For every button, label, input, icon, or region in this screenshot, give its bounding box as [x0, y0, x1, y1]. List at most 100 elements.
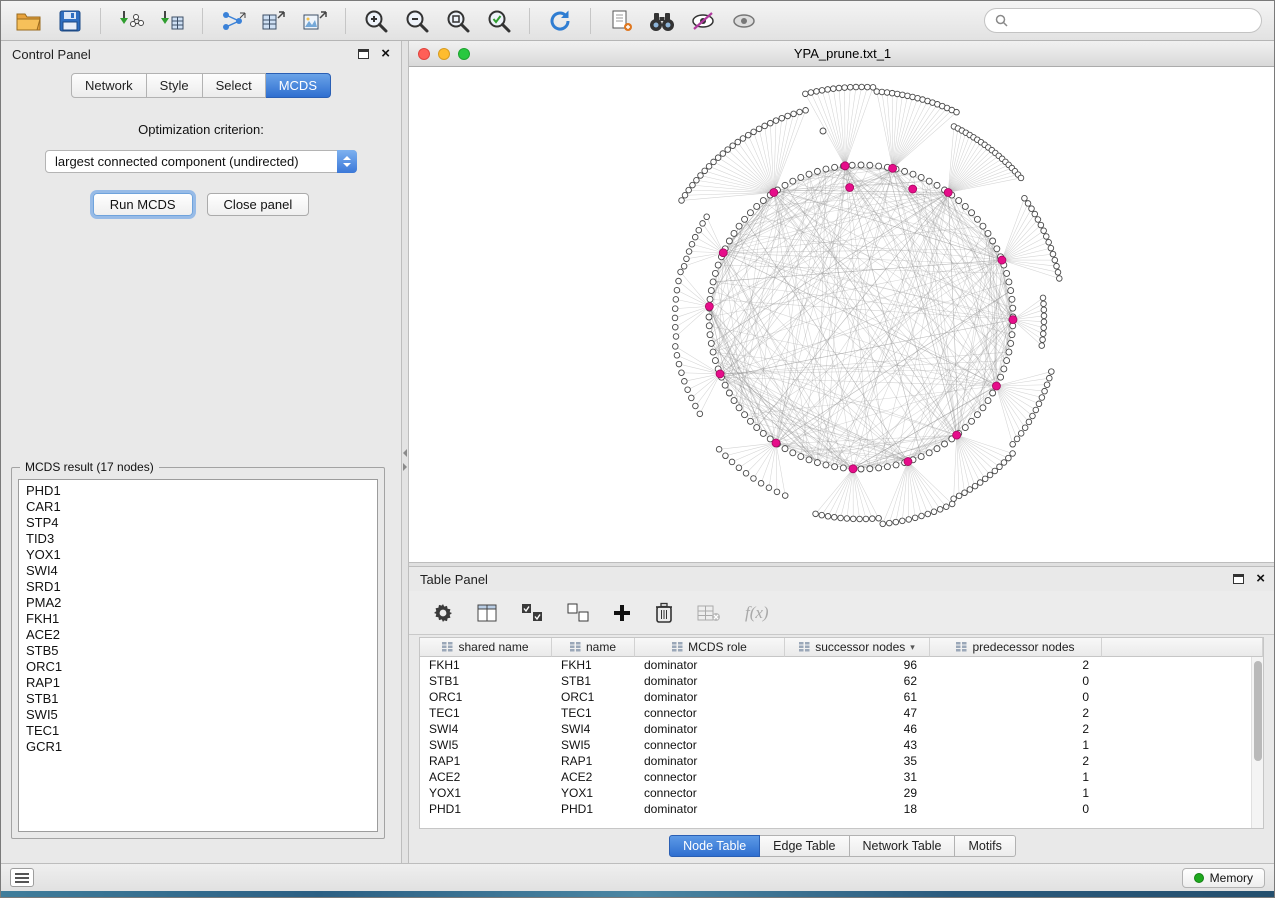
- refresh-view-button[interactable]: [544, 5, 576, 37]
- splitter-collapse-icons[interactable]: [403, 449, 407, 471]
- table-settings-button[interactable]: [433, 603, 453, 623]
- column-header-shared-name[interactable]: shared name: [420, 638, 552, 657]
- desktop-wallpaper: [1, 891, 1274, 898]
- mcds-result-item[interactable]: TID3: [19, 531, 377, 547]
- scrollbar-thumb[interactable]: [1254, 661, 1262, 761]
- zoom-out-button[interactable]: [401, 5, 433, 37]
- function-builder-button[interactable]: f(x): [745, 603, 769, 623]
- mcds-result-item[interactable]: ORC1: [19, 659, 377, 675]
- column-header-name[interactable]: name: [552, 638, 635, 657]
- mcds-result-item[interactable]: SWI5: [19, 707, 377, 723]
- import-network-button[interactable]: [115, 5, 147, 37]
- node-table-row[interactable]: SWI4SWI4dominator462: [420, 721, 1251, 737]
- tab-network-table[interactable]: Network Table: [850, 835, 956, 857]
- close-panel-button[interactable]: Close panel: [207, 193, 310, 216]
- deselect-all-rows-button[interactable]: [567, 603, 589, 623]
- close-panel-icon[interactable]: ×: [1256, 573, 1265, 585]
- mcds-result-item[interactable]: FKH1: [19, 611, 377, 627]
- mcds-result-item[interactable]: STB5: [19, 643, 377, 659]
- node-table-row[interactable]: YOX1YOX1connector291: [420, 785, 1251, 801]
- minimize-window-icon[interactable]: [438, 48, 450, 60]
- delete-column-button[interactable]: [655, 602, 673, 623]
- mcds-result-item[interactable]: SRD1: [19, 579, 377, 595]
- node-table-row[interactable]: FKH1FKH1dominator962: [420, 657, 1251, 673]
- export-image-button[interactable]: [299, 5, 331, 37]
- delete-table-button[interactable]: [697, 604, 721, 622]
- node-table-row[interactable]: ORC1ORC1dominator610: [420, 689, 1251, 705]
- cell-shared-name: TEC1: [420, 705, 552, 721]
- maximize-window-icon[interactable]: [458, 48, 470, 60]
- tab-select[interactable]: Select: [203, 73, 266, 98]
- network-graph[interactable]: [409, 67, 1275, 562]
- tab-motifs[interactable]: Motifs: [955, 835, 1015, 857]
- cell-shared-name: RAP1: [420, 753, 552, 769]
- column-header-predecessor-nodes[interactable]: predecessor nodes: [930, 638, 1102, 657]
- add-column-button[interactable]: [613, 604, 631, 622]
- column-grid-icon: [442, 642, 453, 652]
- node-table-row[interactable]: SWI5SWI5connector431: [420, 737, 1251, 753]
- export-table-button[interactable]: [258, 5, 290, 37]
- mcds-result-item[interactable]: CAR1: [19, 499, 377, 515]
- zoom-fit-icon: [445, 8, 471, 34]
- select-all-rows-button[interactable]: [521, 603, 543, 623]
- mcds-result-item[interactable]: RAP1: [19, 675, 377, 691]
- control-panel-tabs: Network Style Select MCDS: [1, 73, 401, 98]
- search-network-button[interactable]: [646, 5, 678, 37]
- mcds-result-item[interactable]: TEC1: [19, 723, 377, 739]
- zoom-fit-button[interactable]: [442, 5, 474, 37]
- import-table-button[interactable]: [156, 5, 188, 37]
- search-input[interactable]: [1014, 13, 1251, 28]
- mcds-result-item[interactable]: SWI4: [19, 563, 377, 579]
- cell--: [1102, 657, 1251, 673]
- node-table-row[interactable]: TEC1TEC1connector472: [420, 705, 1251, 721]
- node-table-row[interactable]: ACE2ACE2connector311: [420, 769, 1251, 785]
- node-table-row[interactable]: RAP1RAP1dominator352: [420, 753, 1251, 769]
- column-label: predecessor nodes: [972, 640, 1074, 654]
- close-panel-icon[interactable]: ×: [381, 48, 390, 60]
- tab-mcds[interactable]: MCDS: [266, 73, 331, 98]
- cell-name: STB1: [552, 673, 635, 689]
- mcds-result-item[interactable]: STB1: [19, 691, 377, 707]
- zoom-selected-button[interactable]: [483, 5, 515, 37]
- toolbar-separator: [345, 8, 346, 34]
- show-columns-button[interactable]: [477, 604, 497, 622]
- column-header-mcds-role[interactable]: MCDS role: [635, 638, 785, 657]
- cell-successor-nodes: 62: [785, 673, 930, 689]
- mcds-result-item[interactable]: PHD1: [19, 483, 377, 499]
- criterion-dropdown[interactable]: largest connected component (undirected): [45, 150, 357, 173]
- node-table-row[interactable]: PHD1PHD1dominator180: [420, 801, 1251, 817]
- export-table-icon: [261, 9, 287, 33]
- cell--: [1102, 769, 1251, 785]
- mcds-result-item[interactable]: PMA2: [19, 595, 377, 611]
- tab-network[interactable]: Network: [71, 73, 147, 98]
- clone-network-button[interactable]: [605, 5, 637, 37]
- save-session-button[interactable]: [54, 5, 86, 37]
- status-menu-button[interactable]: [10, 868, 34, 887]
- tab-style[interactable]: Style: [147, 73, 203, 98]
- node-table-row[interactable]: STB1STB1dominator620: [420, 673, 1251, 689]
- mcds-result-list[interactable]: PHD1CAR1STP4TID3YOX1SWI4SRD1PMA2FKH1ACE2…: [18, 479, 378, 832]
- table-scrollbar[interactable]: [1251, 657, 1263, 828]
- run-mcds-button[interactable]: Run MCDS: [93, 193, 193, 216]
- mcds-result-item[interactable]: ACE2: [19, 627, 377, 643]
- show-graphics-details-button[interactable]: [728, 5, 760, 37]
- column-label: shared name: [458, 640, 528, 654]
- tab-edge-table[interactable]: Edge Table: [760, 835, 849, 857]
- global-search[interactable]: [984, 8, 1262, 33]
- vertical-splitter[interactable]: [401, 41, 409, 863]
- tab-node-table[interactable]: Node Table: [669, 835, 760, 857]
- float-window-icon[interactable]: [1233, 574, 1244, 584]
- open-session-button[interactable]: [13, 5, 45, 37]
- export-network-button[interactable]: [217, 5, 249, 37]
- mcds-result-item[interactable]: YOX1: [19, 547, 377, 563]
- mcds-result-item[interactable]: STP4: [19, 515, 377, 531]
- close-window-icon[interactable]: [418, 48, 430, 60]
- cell-shared-name: SWI5: [420, 737, 552, 753]
- hide-graphics-details-button[interactable]: [687, 5, 719, 37]
- zoom-in-button[interactable]: [360, 5, 392, 37]
- network-canvas[interactable]: [409, 67, 1275, 562]
- column-header-successor-nodes[interactable]: successor nodes ▾: [785, 638, 930, 657]
- float-window-icon[interactable]: [358, 49, 369, 59]
- memory-button[interactable]: Memory: [1182, 868, 1265, 888]
- mcds-result-item[interactable]: GCR1: [19, 739, 377, 755]
